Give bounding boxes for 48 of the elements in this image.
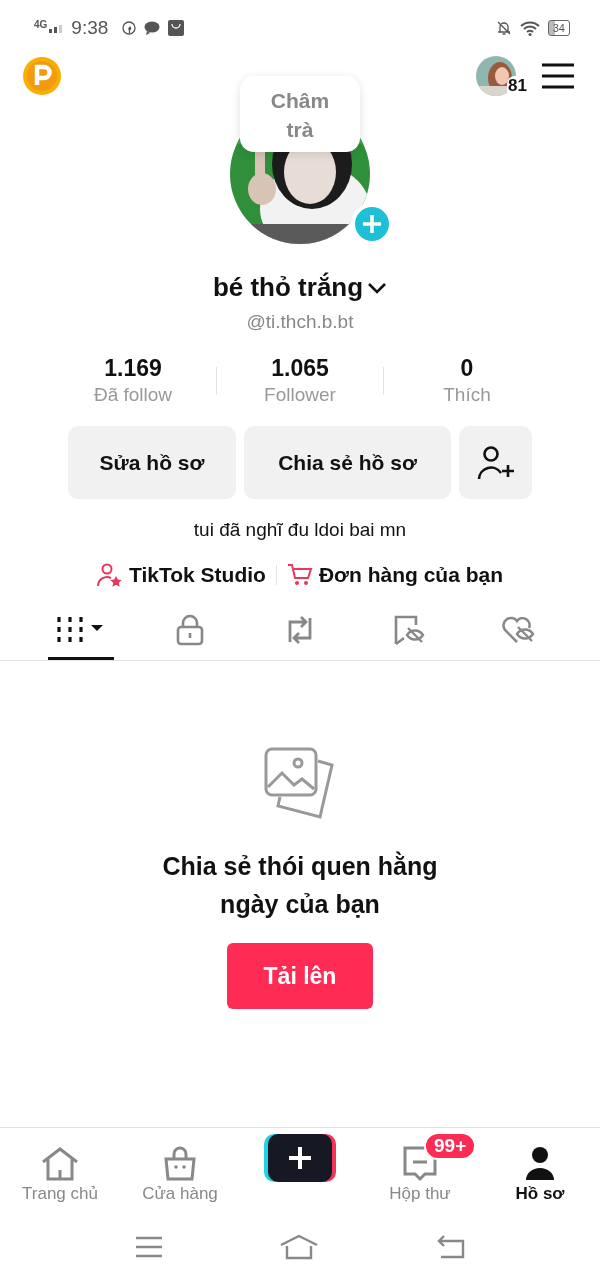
home-icon[interactable] [279, 1234, 319, 1260]
create-button[interactable] [264, 1134, 336, 1182]
empty-message: Chia sẻ thói quen hằng ngày của bạn [161, 850, 439, 920]
signal-icon [49, 23, 64, 33]
stat-label: Follower [264, 384, 336, 406]
stat-value: 0 [460, 355, 474, 382]
add-person-icon [476, 444, 515, 481]
lock-icon [175, 614, 206, 646]
hidden-bookmark-icon [392, 614, 427, 646]
shop-nav-item[interactable]: Cửa hàng [125, 1134, 235, 1215]
stat-label: Đã follow [93, 384, 173, 406]
edit-profile-button[interactable]: Sửa hồ sơ [68, 426, 236, 499]
username: @ti.thch.b.bt [246, 311, 354, 333]
stat-value: 1.169 [104, 355, 162, 382]
note-tooltip[interactable]: Châm trà [240, 76, 360, 152]
shopping-bag-icon [163, 1146, 197, 1182]
wifi-icon [519, 20, 540, 36]
bell-off-icon [495, 20, 512, 36]
profile-name: bé thỏ trắng [212, 272, 364, 303]
stat-value: 1.065 [271, 355, 329, 382]
notification-badge: 99+ [424, 1132, 477, 1160]
person-icon [524, 1146, 556, 1182]
add-friend-button[interactable] [459, 426, 532, 499]
bio-text: tui đã nghĩ đu ldoi bai mn [193, 519, 407, 541]
upload-button[interactable]: Tải lên [227, 943, 373, 1009]
clock: 9:38 [71, 17, 109, 39]
home-nav-item[interactable]: Trang chủ [5, 1134, 115, 1215]
menu-icon[interactable] [542, 63, 574, 89]
recents-icon[interactable] [135, 1236, 163, 1258]
coin-icon[interactable] [22, 56, 62, 96]
chevron-down-icon[interactable] [367, 281, 388, 294]
network-type: 4G [34, 18, 48, 30]
battery-indicator: 34 [547, 20, 570, 36]
studio-link[interactable]: TikTok Studio [97, 563, 266, 587]
stat-label: Thích [443, 384, 491, 406]
home-icon [40, 1146, 80, 1182]
orders-link[interactable]: Đơn hàng của bạn [286, 563, 503, 587]
bag-icon [168, 20, 185, 36]
back-icon[interactable] [435, 1235, 465, 1259]
photos-icon [264, 747, 336, 821]
person-star-icon [97, 563, 123, 587]
chat-icon [144, 21, 161, 35]
facebook-icon [122, 21, 137, 35]
inbox-nav-item[interactable]: 99+ Hộp thư [365, 1134, 475, 1215]
cart-icon [286, 563, 313, 587]
friend-count: 81 [507, 76, 528, 96]
share-profile-button[interactable]: Chia sẻ hồ sơ [244, 426, 451, 499]
profile-nav-item[interactable]: Hồ sơ [485, 1134, 595, 1215]
